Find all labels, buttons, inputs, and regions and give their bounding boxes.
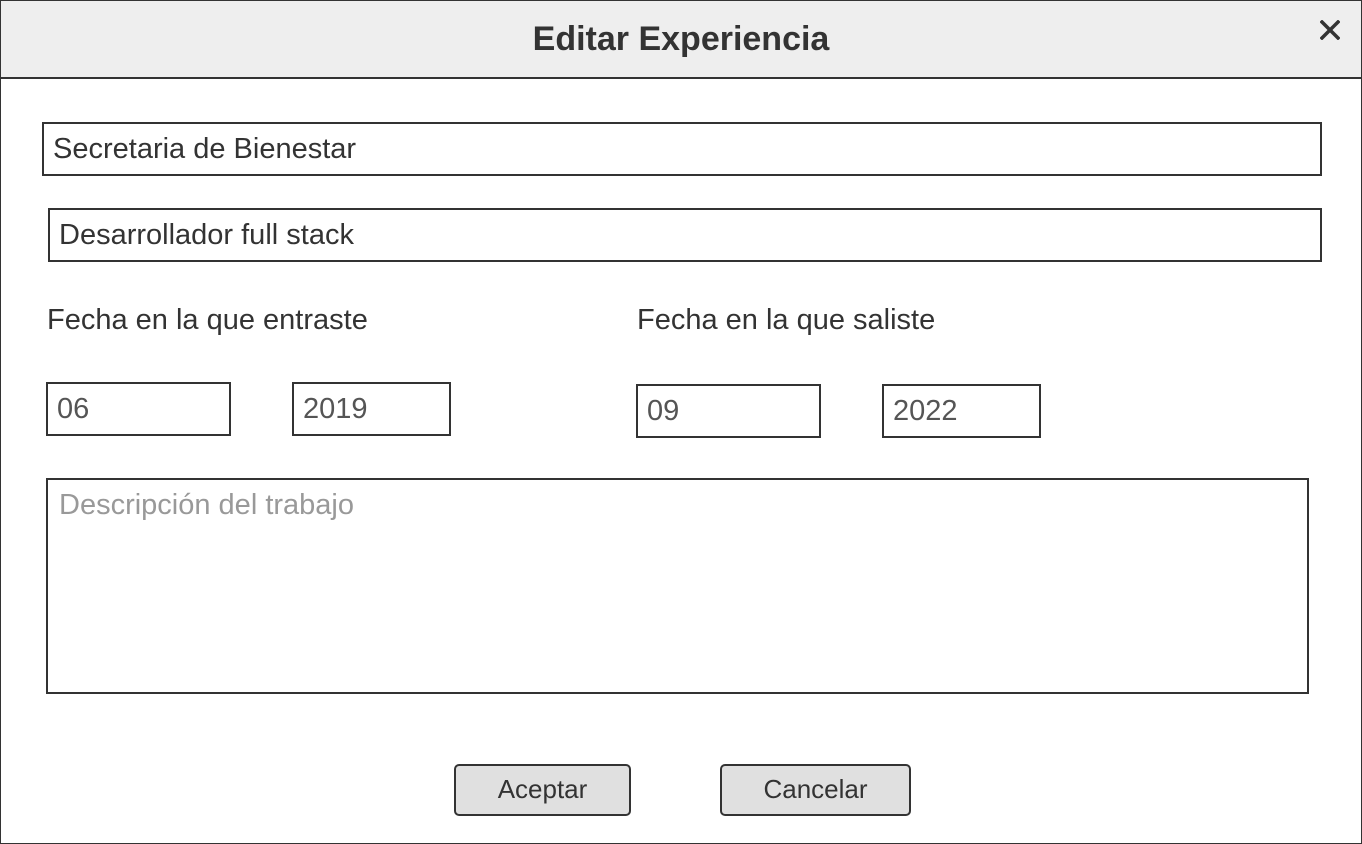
start-month-input[interactable]	[46, 382, 231, 436]
cancel-button[interactable]: Cancelar	[720, 764, 911, 816]
start-year-input[interactable]	[292, 382, 451, 436]
end-year-input[interactable]	[882, 384, 1041, 438]
description-textarea[interactable]	[46, 478, 1309, 694]
position-input[interactable]	[48, 208, 1322, 262]
end-month-input[interactable]	[636, 384, 821, 438]
dialog-header: Editar Experiencia	[1, 1, 1361, 79]
start-date-label: Fecha en la que entraste	[47, 304, 368, 336]
close-icon	[1320, 20, 1340, 40]
dialog-title: Editar Experiencia	[532, 20, 830, 58]
close-button[interactable]	[1311, 11, 1349, 49]
accept-button[interactable]: Aceptar	[454, 764, 631, 816]
edit-experience-dialog: Editar Experiencia Fecha en la que entra…	[0, 0, 1362, 844]
company-input[interactable]	[42, 122, 1322, 176]
end-date-label: Fecha en la que saliste	[637, 304, 936, 336]
